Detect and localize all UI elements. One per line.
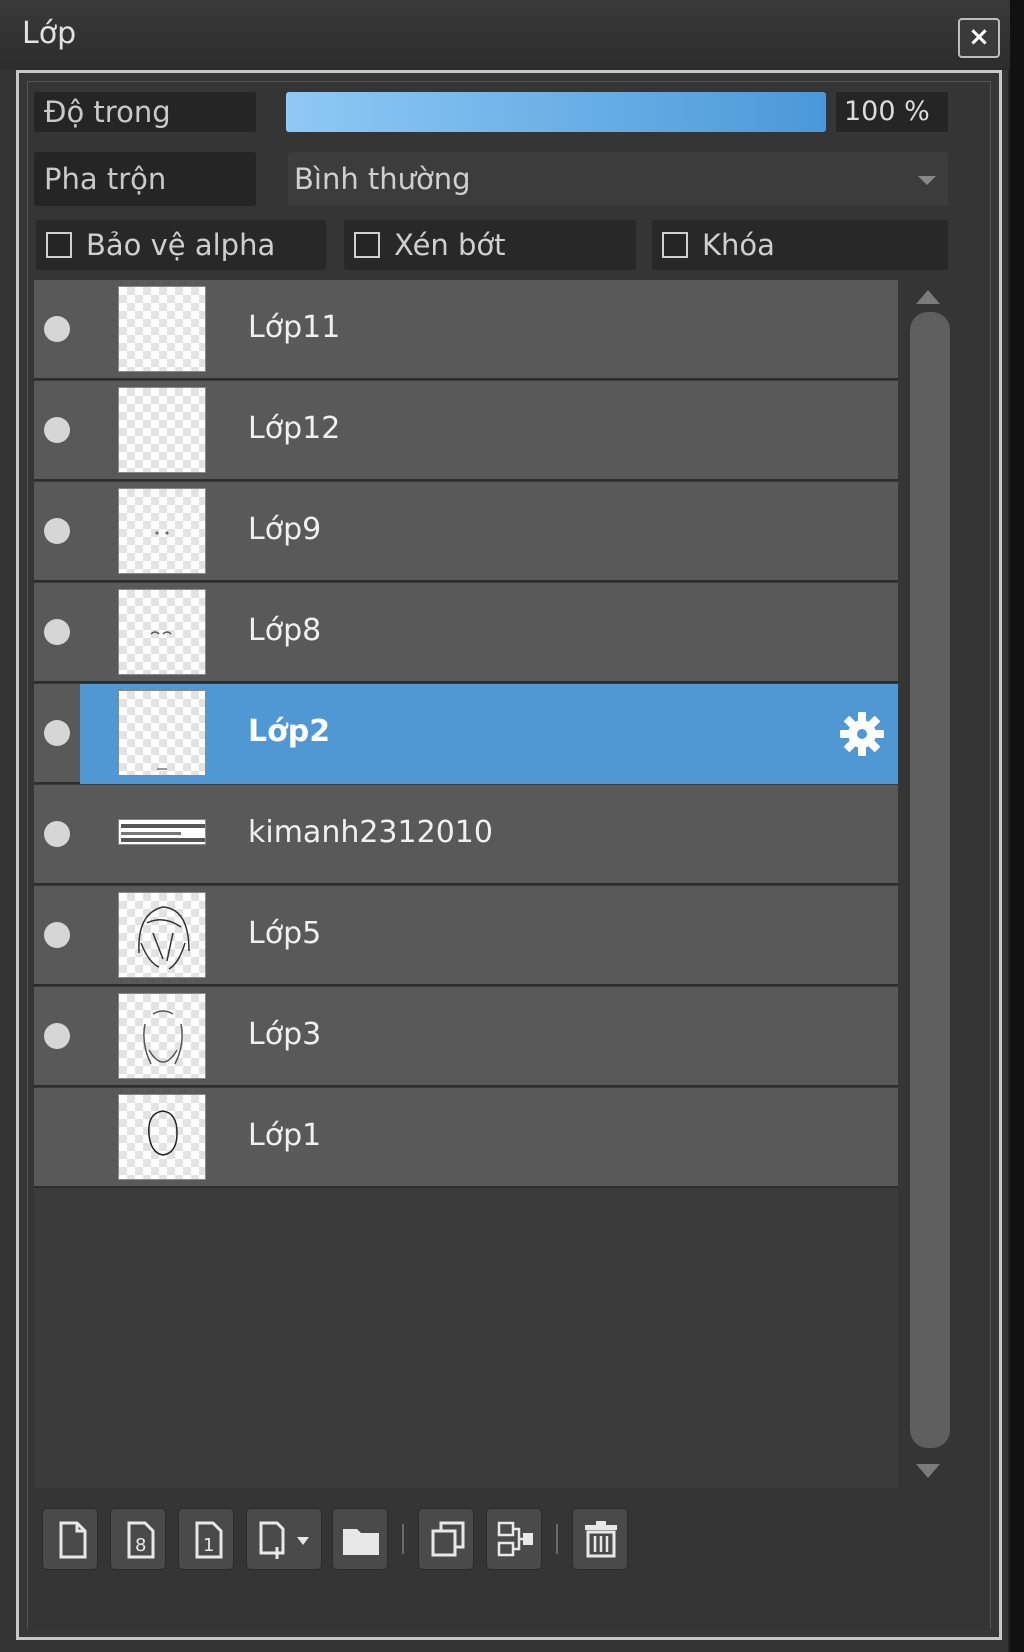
opacity-slider[interactable] — [286, 92, 826, 132]
toolbar-separator — [402, 1524, 404, 1554]
svg-text:1: 1 — [203, 1535, 214, 1556]
layer-thumbnail — [118, 387, 206, 473]
blend-mode-label: Pha trộn — [34, 152, 256, 206]
visibility-toggle-icon[interactable] — [44, 316, 70, 342]
checkbox-square — [662, 232, 688, 258]
close-button[interactable]: × — [958, 18, 1000, 58]
layer-name: Lớp9 — [248, 512, 322, 547]
scrollbar-thumb[interactable] — [910, 312, 950, 1448]
checkbox-square — [354, 232, 380, 258]
layer-thumbnail — [118, 488, 206, 574]
layer-name: Lớp8 — [248, 613, 322, 648]
new-1bit-layer-button[interactable]: 1 — [178, 1508, 234, 1570]
new-layer-icon — [59, 1521, 87, 1559]
visibility-toggle-icon[interactable] — [44, 417, 70, 443]
merge-down-icon — [497, 1521, 533, 1557]
layer-name: Lớp11 — [248, 310, 341, 345]
visibility-toggle-icon[interactable] — [44, 1023, 70, 1049]
clipping-label: Xén bớt — [394, 228, 506, 262]
protect-alpha-label: Bảo vệ alpha — [86, 228, 276, 262]
title-bar[interactable]: Lớp × — [0, 0, 1010, 70]
svg-text:8: 8 — [135, 1535, 146, 1556]
new-8bit-layer-button[interactable]: 8 — [110, 1508, 166, 1570]
new-folder-icon — [343, 1529, 379, 1555]
window-title: Lớp — [22, 16, 77, 51]
layer-name: Lớp5 — [248, 916, 322, 951]
new-folder-button[interactable] — [332, 1508, 388, 1570]
layer-row[interactable]: Lớp3 — [34, 987, 898, 1087]
add-layer-menu-icon — [259, 1521, 309, 1559]
gear-icon[interactable] — [838, 710, 886, 758]
layer-thumbnail — [118, 690, 206, 776]
protect-alpha-checkbox[interactable]: Bảo vệ alpha — [36, 220, 326, 270]
visibility-toggle-icon[interactable] — [44, 619, 70, 645]
blend-mode-select[interactable]: Bình thường — [288, 152, 948, 206]
layer-name: Lớp2 — [248, 714, 331, 749]
new-layer-button[interactable] — [42, 1508, 98, 1570]
opacity-slider-fill — [286, 92, 826, 132]
layer-name: Lớp12 — [248, 411, 341, 446]
layer-name: kimanh2312010 — [248, 815, 493, 850]
layer-thumbnail — [118, 819, 206, 845]
delete-layer-button[interactable] — [572, 1508, 628, 1570]
merge-down-button[interactable] — [486, 1508, 542, 1570]
new-8bit-layer-icon: 8 — [127, 1521, 155, 1559]
layer-list: Lớp11 Lớp12 Lớp9 Lớp8 Lớp2 kimanh2312010 Lớp5 L… — [34, 280, 898, 1488]
duplicate-layer-button[interactable] — [418, 1508, 474, 1570]
layer-row[interactable]: Lớp2 — [34, 684, 898, 784]
layer-thumbnail — [118, 286, 206, 372]
visibility-toggle-icon[interactable] — [44, 922, 70, 948]
layer-row[interactable]: kimanh2312010 — [34, 785, 898, 885]
opacity-value[interactable]: 100 % — [836, 92, 948, 132]
layer-window: Lớp × Độ trong 100 % Pha trộn Bình thườn… — [0, 0, 1010, 1652]
layer-row[interactable]: Lớp1 — [34, 1088, 898, 1188]
duplicate-layer-icon — [431, 1521, 465, 1557]
visibility-toggle-icon[interactable] — [44, 821, 70, 847]
layer-thumbnail — [118, 892, 206, 978]
blend-mode-value: Bình thường — [294, 162, 471, 196]
layer-thumbnail — [118, 1094, 206, 1180]
layer-thumbnail — [118, 589, 206, 675]
layer-name: Lớp3 — [248, 1017, 322, 1052]
delete-layer-icon — [585, 1521, 617, 1558]
layer-thumbnail — [118, 993, 206, 1079]
checkbox-square — [46, 232, 72, 258]
toolbar-separator — [556, 1524, 558, 1554]
layer-name: Lớp1 — [248, 1118, 322, 1153]
layer-row[interactable]: Lớp5 — [34, 886, 898, 986]
layer-panel: Độ trong 100 % Pha trộn Bình thường Bảo … — [16, 70, 1002, 1640]
add-layer-menu-button[interactable] — [246, 1508, 322, 1570]
layer-row[interactable]: Lớp11 — [34, 280, 898, 380]
layer-row[interactable]: Lớp8 — [34, 583, 898, 683]
lock-label: Khóa — [702, 228, 775, 262]
clipping-checkbox[interactable]: Xén bớt — [344, 220, 636, 270]
chevron-down-icon — [918, 176, 936, 185]
layer-row[interactable]: Lớp12 — [34, 381, 898, 481]
scroll-down-arrow-icon[interactable] — [916, 1464, 940, 1478]
layer-row[interactable]: Lớp9 — [34, 482, 898, 582]
layer-panel-inner: Độ trong 100 % Pha trộn Bình thường Bảo … — [27, 81, 991, 1630]
scroll-up-arrow-icon[interactable] — [916, 290, 940, 304]
new-1bit-layer-icon: 1 — [195, 1521, 223, 1559]
visibility-toggle-icon[interactable] — [44, 518, 70, 544]
layer-toolbar: 8 1 — [28, 1492, 990, 1630]
layer-list-scrollbar[interactable] — [904, 280, 956, 1488]
visibility-toggle-icon[interactable] — [44, 720, 70, 746]
lock-checkbox[interactable]: Khóa — [652, 220, 948, 270]
opacity-label: Độ trong — [34, 92, 256, 132]
